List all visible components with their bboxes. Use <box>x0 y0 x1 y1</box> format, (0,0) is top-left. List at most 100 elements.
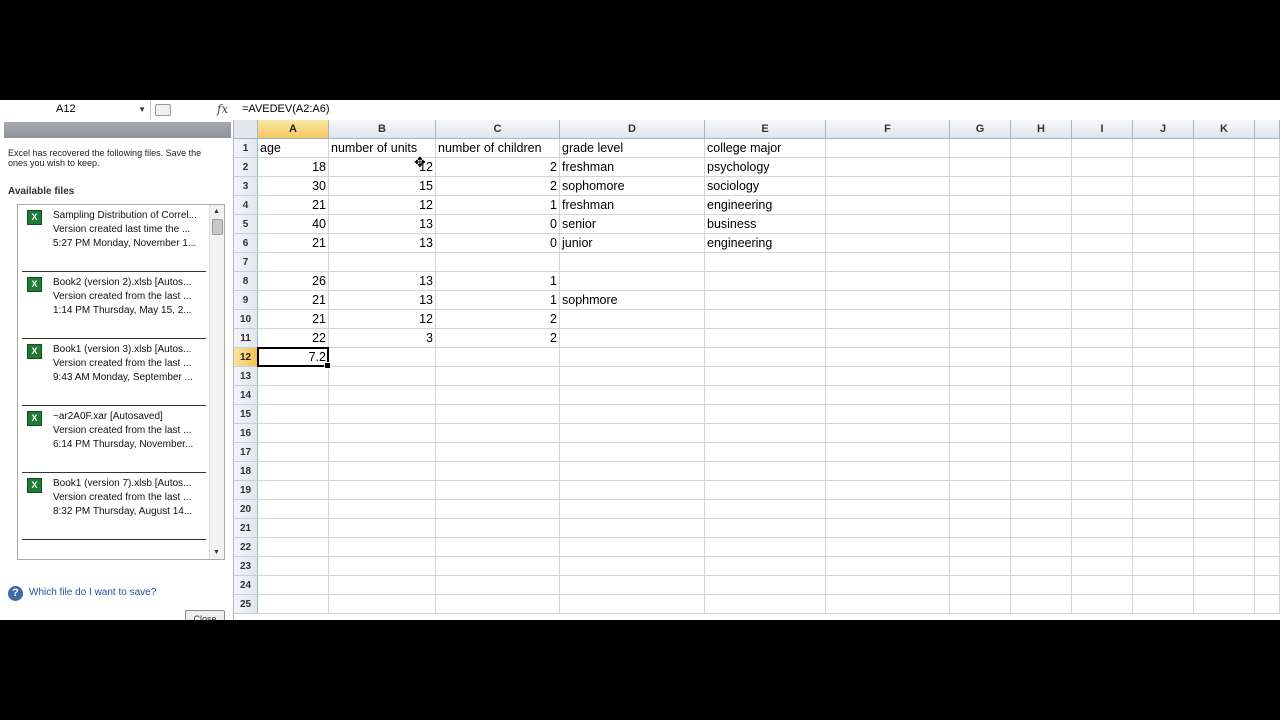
cell-k14[interactable] <box>1194 386 1255 405</box>
cell-h4[interactable] <box>1011 196 1072 215</box>
cell-f19[interactable] <box>826 481 950 500</box>
cell-i1[interactable] <box>1072 139 1133 158</box>
cell-d21[interactable] <box>560 519 705 538</box>
cell-i13[interactable] <box>1072 367 1133 386</box>
cell-b16[interactable] <box>329 424 436 443</box>
cell-k4[interactable] <box>1194 196 1255 215</box>
cell-g9[interactable] <box>950 291 1011 310</box>
cell-j17[interactable] <box>1133 443 1194 462</box>
cell-a8[interactable]: 26 <box>258 272 329 291</box>
cell-j3[interactable] <box>1133 177 1194 196</box>
cell-i8[interactable] <box>1072 272 1133 291</box>
column-header-c[interactable]: C <box>436 120 560 139</box>
cell-c7[interactable] <box>436 253 560 272</box>
cell-e16[interactable] <box>705 424 826 443</box>
cell-g13[interactable] <box>950 367 1011 386</box>
row-header-1[interactable]: 1 <box>234 139 258 158</box>
cell-a3[interactable]: 30 <box>258 177 329 196</box>
column-header-i[interactable]: I <box>1072 120 1133 139</box>
cell-h1[interactable] <box>1011 139 1072 158</box>
list-item[interactable]: X Sampling Distribution of Correl... Ver… <box>22 205 206 272</box>
cell-f18[interactable] <box>826 462 950 481</box>
scroll-down-icon[interactable]: ▼ <box>213 549 220 556</box>
cell-h15[interactable] <box>1011 405 1072 424</box>
cell-e6[interactable]: engineering <box>705 234 826 253</box>
cell-g14[interactable] <box>950 386 1011 405</box>
row-header-11[interactable]: 11 <box>234 329 258 348</box>
cell-e5[interactable]: business <box>705 215 826 234</box>
cell-d15[interactable] <box>560 405 705 424</box>
cell-b10[interactable]: 12 <box>329 310 436 329</box>
cell-a21[interactable] <box>258 519 329 538</box>
cell-h23[interactable] <box>1011 557 1072 576</box>
cell-b23[interactable] <box>329 557 436 576</box>
cell-i25[interactable] <box>1072 595 1133 614</box>
cell-c17[interactable] <box>436 443 560 462</box>
row-header-20[interactable]: 20 <box>234 500 258 519</box>
column-header-a[interactable]: A <box>258 120 329 139</box>
row-header-23[interactable]: 23 <box>234 557 258 576</box>
cell-f17[interactable] <box>826 443 950 462</box>
cell-d24[interactable] <box>560 576 705 595</box>
cell-h6[interactable] <box>1011 234 1072 253</box>
cell-b1[interactable]: number of units <box>329 139 436 158</box>
cell-g23[interactable] <box>950 557 1011 576</box>
cell-j20[interactable] <box>1133 500 1194 519</box>
cell-d2[interactable]: freshman <box>560 158 705 177</box>
cell-c24[interactable] <box>436 576 560 595</box>
cell-d17[interactable] <box>560 443 705 462</box>
cell-j18[interactable] <box>1133 462 1194 481</box>
cell-e8[interactable] <box>705 272 826 291</box>
cell-f7[interactable] <box>826 253 950 272</box>
cell-j11[interactable] <box>1133 329 1194 348</box>
column-header-j[interactable]: J <box>1133 120 1194 139</box>
cell-e23[interactable] <box>705 557 826 576</box>
row-header-16[interactable]: 16 <box>234 424 258 443</box>
cell-h22[interactable] <box>1011 538 1072 557</box>
cell-j22[interactable] <box>1133 538 1194 557</box>
cell-i18[interactable] <box>1072 462 1133 481</box>
cell-j21[interactable] <box>1133 519 1194 538</box>
cell-j5[interactable] <box>1133 215 1194 234</box>
list-item[interactable]: X Book1 (version 7).xlsb [Autos... Versi… <box>22 473 206 540</box>
cell-b11[interactable]: 3 <box>329 329 436 348</box>
cell-j15[interactable] <box>1133 405 1194 424</box>
cell-e10[interactable] <box>705 310 826 329</box>
cell-k12[interactable] <box>1194 348 1255 367</box>
cell-g11[interactable] <box>950 329 1011 348</box>
cell-k7[interactable] <box>1194 253 1255 272</box>
row-header-13[interactable]: 13 <box>234 367 258 386</box>
cell-j2[interactable] <box>1133 158 1194 177</box>
cell-d16[interactable] <box>560 424 705 443</box>
cell-d5[interactable]: senior <box>560 215 705 234</box>
row-header-25[interactable]: 25 <box>234 595 258 614</box>
cell-h25[interactable] <box>1011 595 1072 614</box>
cell-d4[interactable]: freshman <box>560 196 705 215</box>
row-header-17[interactable]: 17 <box>234 443 258 462</box>
cell-d12[interactable] <box>560 348 705 367</box>
cell-a17[interactable] <box>258 443 329 462</box>
cell-d8[interactable] <box>560 272 705 291</box>
cell-b3[interactable]: 15 <box>329 177 436 196</box>
cell-f8[interactable] <box>826 272 950 291</box>
cell-g1[interactable] <box>950 139 1011 158</box>
row-header-4[interactable]: 4 <box>234 196 258 215</box>
cell-a20[interactable] <box>258 500 329 519</box>
cell-c9[interactable]: 1 <box>436 291 560 310</box>
cell-a11[interactable]: 22 <box>258 329 329 348</box>
cell-b18[interactable] <box>329 462 436 481</box>
row-header-3[interactable]: 3 <box>234 177 258 196</box>
cell-h14[interactable] <box>1011 386 1072 405</box>
cell-j12[interactable] <box>1133 348 1194 367</box>
row-header-6[interactable]: 6 <box>234 234 258 253</box>
cell-h8[interactable] <box>1011 272 1072 291</box>
cell-c16[interactable] <box>436 424 560 443</box>
cell-a24[interactable] <box>258 576 329 595</box>
cell-b17[interactable] <box>329 443 436 462</box>
cell-f14[interactable] <box>826 386 950 405</box>
cell-i17[interactable] <box>1072 443 1133 462</box>
row-header-5[interactable]: 5 <box>234 215 258 234</box>
cell-c22[interactable] <box>436 538 560 557</box>
cell-f9[interactable] <box>826 291 950 310</box>
cell-g22[interactable] <box>950 538 1011 557</box>
